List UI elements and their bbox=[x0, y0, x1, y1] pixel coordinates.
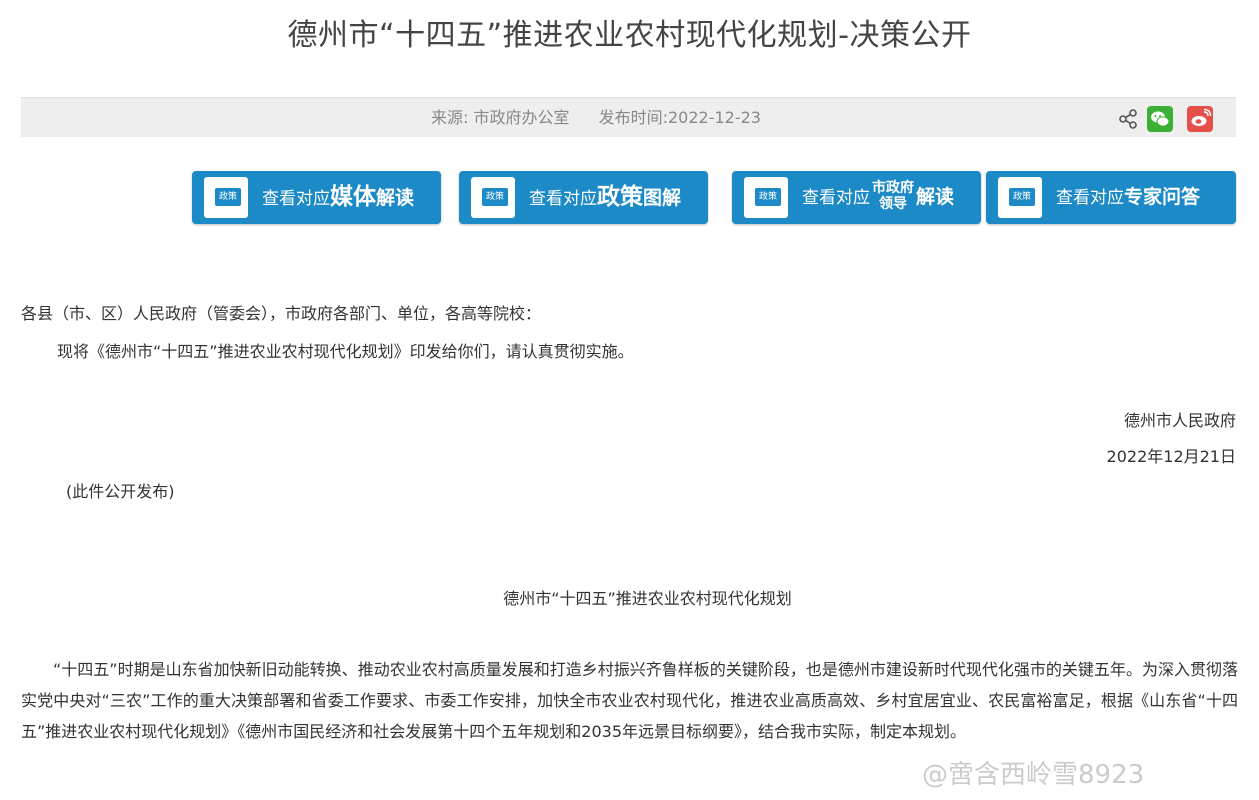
publish-time-text: 发布时间:2022-12-23 bbox=[598, 108, 761, 127]
watermark: @啻含西岭雪8923 bbox=[922, 760, 1145, 790]
button-label: 查看对应 市政府 领导 解读 bbox=[802, 180, 955, 212]
media-interpretation-button[interactable]: 政策 查看对应媒体解读 bbox=[192, 171, 441, 224]
page-title: 德州市“十四五”推进农业农村现代化规划-决策公开 bbox=[287, 18, 972, 53]
public-note: (此件公开发布) bbox=[66, 482, 175, 501]
policy-book-icon: 政策 bbox=[467, 177, 515, 218]
issue-date: 2022年12月21日 bbox=[1106, 447, 1236, 466]
intro-paragraph: “十四五”时期是山东省加快新旧动能转换、推动农业农村高质量发展和打造乡村振兴齐鲁… bbox=[21, 660, 1238, 741]
share-icon[interactable] bbox=[1115, 106, 1141, 132]
weibo-icon[interactable] bbox=[1187, 106, 1213, 132]
wechat-icon[interactable] bbox=[1147, 106, 1173, 132]
expert-qa-button[interactable]: 政策 查看对应专家问答 bbox=[986, 171, 1236, 224]
policy-book-icon: 政策 bbox=[740, 177, 788, 218]
issuer: 德州市人民政府 bbox=[1123, 411, 1236, 430]
button-label: 查看对应媒体解读 bbox=[262, 184, 415, 210]
policy-illustration-button[interactable]: 政策 查看对应政策图解 bbox=[459, 171, 708, 224]
document-title: 德州市“十四五”推进农业农村现代化规划 bbox=[503, 589, 792, 608]
leader-interpretation-button[interactable]: 政策 查看对应 市政府 领导 解读 bbox=[732, 171, 981, 224]
policy-book-icon: 政策 bbox=[200, 177, 248, 218]
button-label: 查看对应政策图解 bbox=[529, 184, 682, 210]
button-label: 查看对应专家问答 bbox=[1056, 186, 1201, 208]
source-text: 来源: 市政府办公室 bbox=[431, 108, 570, 127]
meta-info: 来源: 市政府办公室 发布时间:2022-12-23 bbox=[21, 98, 1171, 138]
policy-book-icon: 政策 bbox=[994, 177, 1042, 218]
salutation: 各县（市、区）人民政府（管委会），市政府各部门、单位，各高等院校： bbox=[21, 304, 542, 323]
notice-text: 现将《德州市“十四五”推进农业农村现代化规划》印发给你们，请认真贯彻实施。 bbox=[57, 342, 634, 361]
meta-bar: 来源: 市政府办公室 发布时间:2022-12-23 bbox=[21, 97, 1236, 137]
